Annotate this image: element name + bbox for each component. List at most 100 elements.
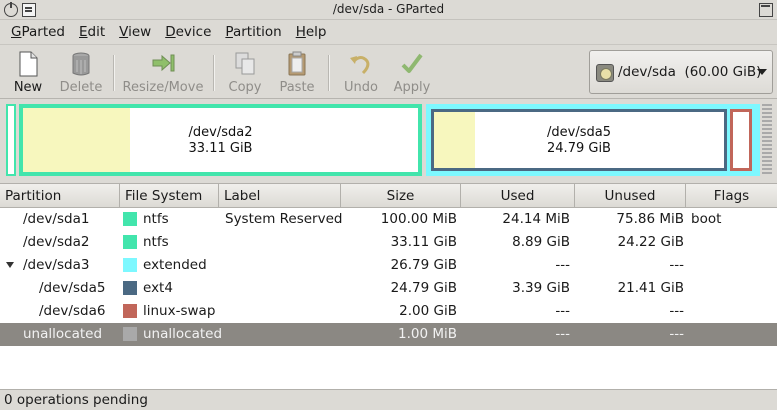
diskmap-partition-sda3[interactable]: /dev/sda5 24.79 GiB (426, 104, 760, 176)
status-text: 0 operations pending (4, 392, 148, 408)
diskmap-label: /dev/sda2 (188, 125, 253, 140)
filesystem-color-swatch (123, 235, 137, 249)
filesystem-color-swatch (123, 327, 137, 341)
cell-unused: 75.86 MiB (616, 211, 684, 227)
dropdown-arrow-icon (757, 69, 767, 75)
device-size: (60.00 GiB) (684, 64, 762, 80)
table-row[interactable]: /dev/sda6 linux-swap 2.00 GiB --- --- (0, 300, 777, 323)
title-bar: /dev/sda - GParted (0, 0, 777, 20)
window-title: /dev/sda - GParted (332, 2, 445, 16)
diskmap-partition-sda2[interactable]: /dev/sda2 33.11 GiB (19, 104, 422, 176)
disk-map: /dev/sda2 33.11 GiB /dev/sda5 24.79 GiB (4, 104, 774, 176)
window-maximize-icon[interactable] (759, 3, 773, 17)
paste-icon (288, 51, 306, 76)
apply-button[interactable]: Apply (388, 47, 436, 97)
cell-unused: --- (669, 257, 684, 273)
cell-partition: /dev/sda6 (39, 303, 106, 319)
cell-size: 100.00 MiB (380, 211, 457, 227)
cell-size: 2.00 GiB (399, 303, 457, 319)
table-row[interactable]: unallocated unallocated 1.00 MiB --- --- (0, 323, 777, 346)
resize-move-icon (152, 54, 175, 72)
header-used[interactable]: Used (461, 184, 575, 208)
cell-used: 3.39 GiB (512, 280, 570, 296)
cell-filesystem: extended (143, 257, 207, 273)
filesystem-color-swatch (123, 304, 137, 318)
copy-button[interactable]: Copy (222, 47, 268, 97)
cell-unused: --- (669, 303, 684, 319)
cell-used: --- (555, 303, 570, 319)
cell-size: 24.79 GiB (390, 280, 457, 296)
partition-table: /dev/sda1 ntfs System Reserved 100.00 Mi… (0, 208, 777, 389)
cell-unused: --- (669, 326, 684, 342)
hard-disk-icon (596, 64, 614, 82)
cell-partition: /dev/sda3 (23, 257, 90, 273)
menu-partition[interactable]: Partition (218, 21, 288, 43)
header-partition[interactable]: Partition (0, 184, 120, 208)
cell-size: 26.79 GiB (390, 257, 457, 273)
undo-icon (350, 56, 370, 75)
new-document-icon (19, 51, 38, 77)
copy-icon (235, 52, 255, 75)
cell-size: 33.11 GiB (390, 234, 457, 250)
filesystem-color-swatch (123, 281, 137, 295)
diskmap-label: /dev/sda5 (547, 125, 611, 140)
header-size[interactable]: Size (341, 184, 461, 208)
diskmap-size: 24.79 GiB (547, 141, 611, 156)
delete-button[interactable]: Delete (56, 47, 106, 97)
cell-unused: 24.22 GiB (617, 234, 684, 250)
cell-filesystem: linux-swap (143, 303, 216, 319)
filesystem-color-swatch (123, 258, 137, 272)
cell-partition: /dev/sda1 (23, 211, 90, 227)
cell-used: 8.89 GiB (512, 234, 570, 250)
cell-used: --- (555, 326, 570, 342)
diskmap-unallocated[interactable] (762, 104, 772, 176)
checkmark-icon (401, 53, 423, 73)
toolbar-separator (213, 55, 214, 91)
header-flags[interactable]: Flags (686, 184, 777, 208)
cell-partition: unallocated (23, 326, 103, 342)
cell-size: 1.00 MiB (397, 326, 457, 342)
menu-gparted[interactable]: GParted (4, 21, 72, 43)
menu-edit[interactable]: Edit (72, 21, 112, 43)
toolbar-separator (113, 55, 114, 91)
toolbar: New Delete Resize/Move Copy Paste Undo A… (0, 44, 777, 99)
new-button[interactable]: New (6, 47, 50, 97)
cell-used: 24.14 MiB (502, 211, 570, 227)
header-label[interactable]: Label (219, 184, 341, 208)
filesystem-color-swatch (123, 212, 137, 226)
expander-arrow-icon[interactable] (6, 262, 14, 268)
menu-bar: GParted Edit View Device Partition Help (0, 21, 777, 43)
cell-filesystem: ntfs (143, 211, 169, 227)
cell-unused: 21.41 GiB (617, 280, 684, 296)
cell-used: --- (555, 257, 570, 273)
cell-label: System Reserved (225, 211, 343, 227)
diskmap-size: 33.11 GiB (188, 141, 253, 156)
diskmap-partition-sda1[interactable] (6, 104, 16, 176)
toolbar-separator (328, 55, 329, 91)
diskmap-partition-sda6[interactable] (730, 109, 752, 171)
resize-move-button[interactable]: Resize/Move (120, 47, 206, 97)
trash-icon (72, 52, 90, 76)
cell-filesystem: ext4 (143, 280, 173, 296)
status-bar: 0 operations pending (0, 389, 777, 410)
header-unused[interactable]: Unused (575, 184, 686, 208)
menu-help[interactable]: Help (289, 21, 334, 43)
device-path: /dev/sda (618, 64, 676, 80)
column-headers: Partition File System Label Size Used Un… (0, 183, 777, 208)
header-filesystem[interactable]: File System (120, 184, 219, 208)
cell-filesystem: unallocated (143, 326, 223, 342)
table-row[interactable]: /dev/sda3 extended 26.79 GiB --- --- (0, 254, 777, 277)
paste-button[interactable]: Paste (274, 47, 320, 97)
device-selector[interactable]: /dev/sda (60.00 GiB) (589, 50, 773, 94)
cell-partition: /dev/sda2 (23, 234, 90, 250)
menu-device[interactable]: Device (158, 21, 218, 43)
cell-flags: boot (691, 211, 722, 227)
menu-view[interactable]: View (112, 21, 158, 43)
table-row[interactable]: /dev/sda2 ntfs 33.11 GiB 8.89 GiB 24.22 … (0, 231, 777, 254)
cell-filesystem: ntfs (143, 234, 169, 250)
diskmap-partition-sda5[interactable]: /dev/sda5 24.79 GiB (431, 109, 727, 171)
undo-button[interactable]: Undo (338, 47, 384, 97)
table-row[interactable]: /dev/sda5 ext4 24.79 GiB 3.39 GiB 21.41 … (0, 277, 777, 300)
cell-partition: /dev/sda5 (39, 280, 106, 296)
table-row[interactable]: /dev/sda1 ntfs System Reserved 100.00 Mi… (0, 208, 777, 231)
